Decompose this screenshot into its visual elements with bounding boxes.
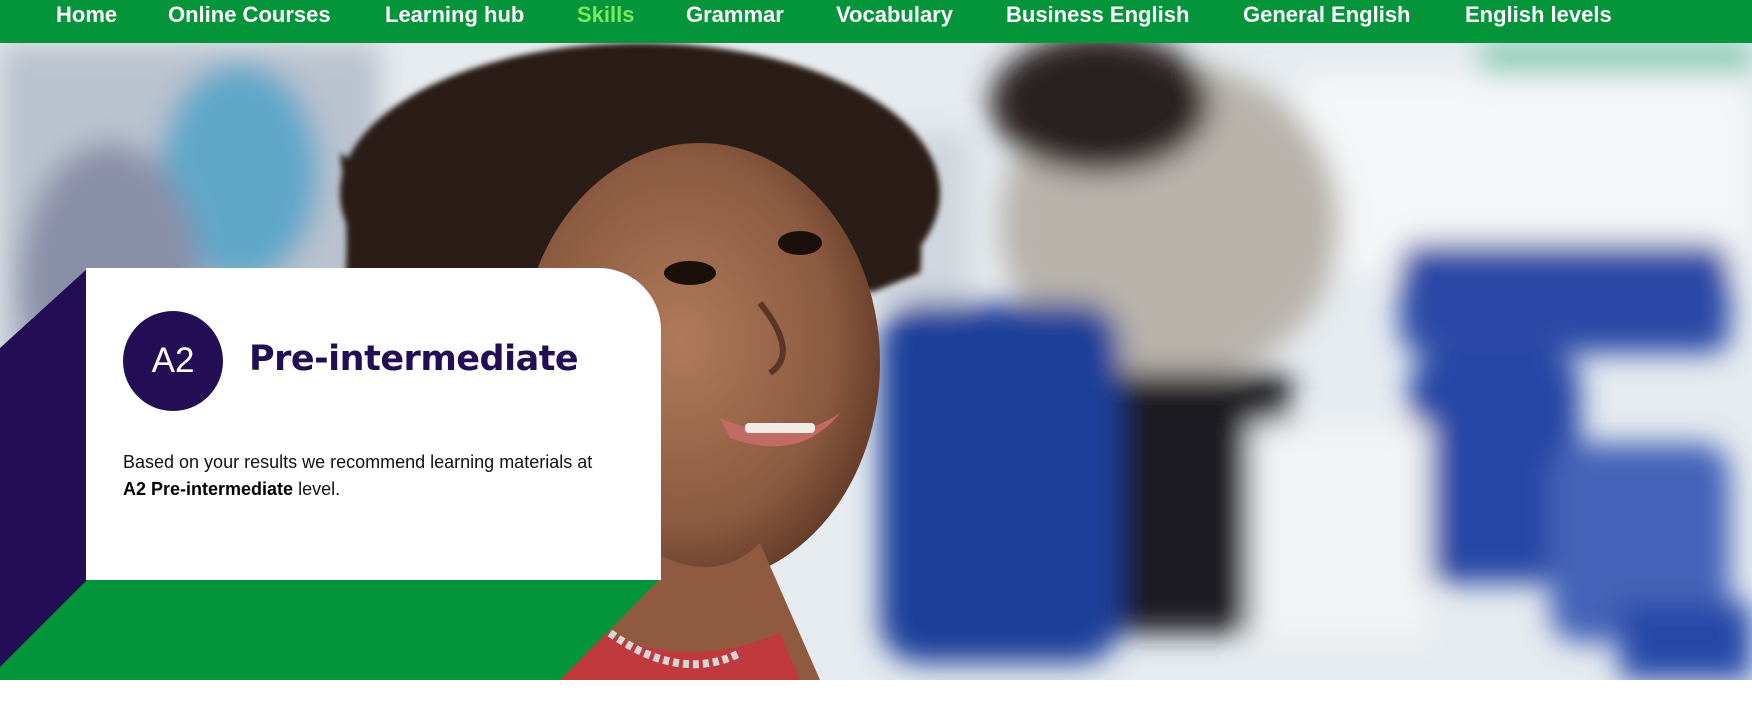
nav-english-levels[interactable]: English levels — [1465, 1, 1612, 29]
nav-online-courses[interactable]: Online Courses — [168, 1, 331, 29]
nav-skills[interactable]: Skills — [577, 1, 634, 29]
nav-vocabulary[interactable]: Vocabulary — [836, 1, 953, 29]
level-badge: A2 — [123, 311, 223, 411]
level-result-card: A2 Pre-intermediate Based on your result… — [86, 268, 661, 580]
level-description-bold: A2 Pre-intermediate — [123, 479, 294, 499]
level-description-prefix: Based on your results we recommend learn… — [123, 452, 593, 472]
nav-general-english[interactable]: General English — [1243, 1, 1411, 29]
nav-grammar[interactable]: Grammar — [686, 1, 784, 29]
hero-banner: A2 Pre-intermediate Based on your result… — [0, 43, 1752, 680]
main-navigation: Home Online Courses Learning hub Skills … — [0, 0, 1752, 43]
nav-learning-hub[interactable]: Learning hub — [385, 1, 524, 29]
nav-home[interactable]: Home — [56, 1, 117, 29]
decorative-green-shape — [0, 579, 660, 680]
nav-business-english[interactable]: Business English — [1006, 1, 1189, 29]
level-description-suffix: level. — [293, 479, 341, 499]
level-title: Pre-intermediate — [249, 339, 579, 379]
level-description: Based on your results we recommend learn… — [123, 449, 613, 503]
